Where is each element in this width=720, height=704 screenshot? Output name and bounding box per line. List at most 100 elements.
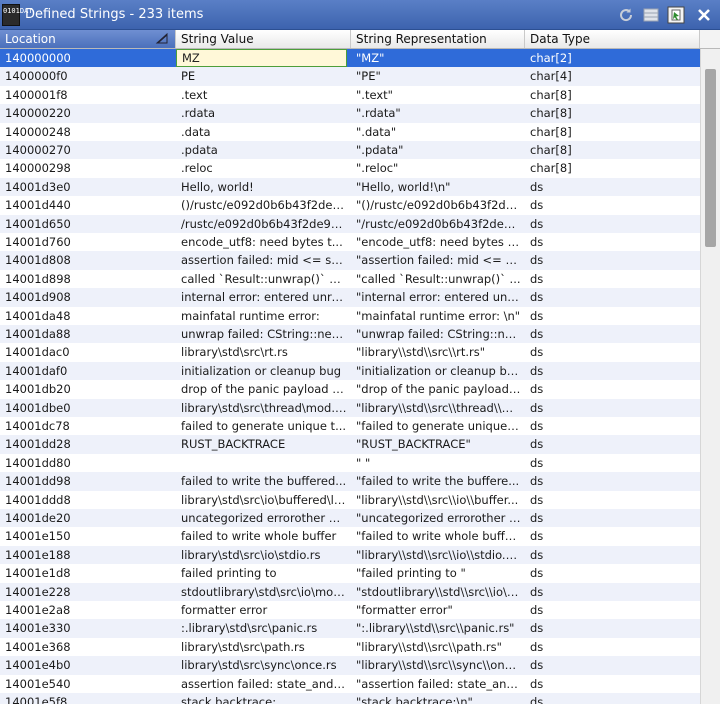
cell-string-value[interactable]: unwrap failed: CString::new...: [176, 325, 347, 343]
cell-string-representation[interactable]: "()/rustc/e092d0b6b43f2de9...: [351, 196, 521, 214]
table-row[interactable]: 14001db20 drop of the panic payload p... "…: [0, 380, 700, 398]
cell-string-representation[interactable]: "drop of the panic payload ...: [351, 380, 521, 398]
cell-data-type[interactable]: ds: [525, 472, 700, 490]
table-row[interactable]: 14001ddd8 library\std\src\io\buffered\li.…: [0, 491, 700, 509]
cell-string-value[interactable]: library\std\src\path.rs: [176, 638, 347, 656]
cell-string-representation[interactable]: "formatter error": [351, 601, 521, 619]
cell-location[interactable]: 14001dac0: [0, 343, 172, 361]
cell-string-value[interactable]: RUST_BACKTRACE: [176, 435, 347, 453]
cell-data-type[interactable]: ds: [525, 675, 700, 693]
table-row[interactable]: 140000270 .pdata ".pdata" char[8]: [0, 141, 700, 160]
cell-string-representation[interactable]: "MZ": [351, 49, 521, 67]
cell-string-representation[interactable]: "failed printing to ": [351, 564, 521, 582]
cell-location[interactable]: 140000220: [0, 104, 172, 122]
cell-location[interactable]: 140000248: [0, 123, 172, 141]
table-row[interactable]: 1400001f8 .text ".text" char[8]: [0, 86, 700, 104]
cell-string-value[interactable]: library\std\src\thread\mod.r...: [176, 399, 347, 417]
cell-string-value[interactable]: uncategorized errorother er...: [176, 509, 347, 527]
cell-data-type[interactable]: char[4]: [525, 67, 700, 85]
cell-location[interactable]: 14001e2a8: [0, 601, 172, 619]
cell-data-type[interactable]: ds: [525, 619, 700, 637]
cell-location[interactable]: 14001d808: [0, 251, 172, 269]
cell-string-representation[interactable]: "library\\std\\src\\path.rs": [351, 638, 521, 656]
cell-data-type[interactable]: ds: [525, 583, 700, 601]
table-row[interactable]: 140000000 MZ "MZ" char[2]: [0, 49, 700, 68]
cell-string-representation[interactable]: "/rustc/e092d0b6b43f2de96...: [351, 215, 521, 233]
refresh-button[interactable]: [616, 5, 636, 25]
table-row[interactable]: 14001d908 internal error: entered unre...…: [0, 288, 700, 307]
table-row[interactable]: 14001d3e0 Hello, world! "Hello, world!\n" d…: [0, 177, 700, 197]
cell-location[interactable]: 14001dd80: [0, 454, 172, 472]
cell-string-representation[interactable]: "assertion failed: mid <= s...: [351, 251, 521, 269]
cell-string-value[interactable]: failed to write whole buffer: [176, 527, 347, 545]
cell-data-type[interactable]: ds: [525, 325, 700, 343]
cell-string-representation[interactable]: "RUST_BACKTRACE": [351, 435, 521, 453]
cell-data-type[interactable]: ds: [525, 546, 700, 564]
cell-string-value[interactable]: library\std\src\rt.rs: [176, 343, 347, 361]
table-row[interactable]: 14001e330:.library\std\src\panic.rs ":.li…: [0, 619, 700, 638]
column-header-location[interactable]: Location: [0, 30, 176, 48]
cell-location[interactable]: 14001daf0: [0, 362, 172, 380]
cell-data-type[interactable]: ds: [525, 307, 700, 325]
cell-string-representation[interactable]: ".rdata": [351, 104, 521, 122]
cell-string-value[interactable]: .reloc: [176, 159, 347, 177]
cell-data-type[interactable]: ds: [525, 270, 700, 288]
cell-string-representation[interactable]: ".reloc": [351, 159, 521, 177]
cell-string-value[interactable]: library\std\src\io\stdio.rs: [176, 546, 347, 564]
cell-string-value[interactable]: .rdata: [176, 104, 347, 122]
cell-location[interactable]: 14001e330: [0, 619, 172, 637]
cell-location[interactable]: 14001e5f8: [0, 693, 172, 704]
cell-string-value[interactable]: stdoutlibrary\std\src\io\mod.rs: [176, 583, 347, 601]
table-row[interactable]: 14001e150 failed to write whole buffer "fa…: [0, 527, 700, 545]
cell-data-type[interactable]: ds: [525, 399, 700, 417]
table-row[interactable]: 14001e228 stdoutlibrary\std\src\io\mod.rs…: [0, 582, 700, 601]
cell-location[interactable]: 14001d908: [0, 288, 172, 306]
cell-data-type[interactable]: ds: [525, 417, 700, 435]
cell-data-type[interactable]: ds: [525, 491, 700, 509]
cell-string-value[interactable]: called `Result::unwrap()` o...: [176, 270, 347, 288]
cell-string-representation[interactable]: ".data": [351, 123, 521, 141]
cell-string-representation[interactable]: "failed to generate unique t...: [351, 417, 521, 435]
cell-data-type[interactable]: ds: [525, 288, 700, 306]
cell-location[interactable]: 14001dd28: [0, 435, 172, 453]
cell-location[interactable]: 14001de20: [0, 509, 172, 527]
cell-string-representation[interactable]: ":.library\\std\\src\\panic.rs": [351, 619, 521, 637]
column-header-data-type[interactable]: Data Type: [525, 30, 700, 48]
cell-string-representation[interactable]: "library\\std\\src\\sync\\onc...: [351, 656, 521, 674]
cell-location[interactable]: 14001e188: [0, 546, 172, 564]
table-row[interactable]: 14001d650/rustc/e092d0b6b43f2de967... "/r…: [0, 214, 700, 233]
cell-string-representation[interactable]: "failed to write whole buffer": [351, 527, 521, 545]
cell-location[interactable]: 140000270: [0, 141, 172, 159]
cell-data-type[interactable]: ds: [525, 527, 700, 545]
cell-string-value[interactable]: :.library\std\src\panic.rs: [176, 619, 347, 637]
table-row[interactable]: 14001daf0 initialization or cleanup bug "i…: [0, 361, 700, 381]
cell-string-value[interactable]: failed printing to: [176, 564, 347, 582]
cell-location[interactable]: 14001dc78: [0, 417, 172, 435]
cell-location[interactable]: 14001e368: [0, 638, 172, 656]
table-row[interactable]: 14001d760 encode_utf8: need bytes t... "en…: [0, 233, 700, 251]
cell-string-value[interactable]: failed to generate unique t...: [176, 417, 347, 435]
table-row[interactable]: 14001dd98 failed to write the buffered...…: [0, 472, 700, 491]
cell-string-representation[interactable]: ".text": [351, 86, 521, 104]
cell-string-representation[interactable]: "internal error: entered unr...: [351, 288, 521, 306]
cell-string-value[interactable]: mainfatal runtime error:: [176, 307, 347, 325]
table-row[interactable]: 140000220 .rdata ".rdata" char[8]: [0, 104, 700, 123]
cell-location[interactable]: 14001ddd8: [0, 491, 172, 509]
cell-string-value[interactable]: .pdata: [176, 141, 347, 159]
cell-string-representation[interactable]: "library\\std\\src\\rt.rs": [351, 343, 521, 361]
cell-string-value[interactable]: initialization or cleanup bug: [176, 362, 347, 380]
table-row[interactable]: 14001e1d8 failed printing to "failed print…: [0, 564, 700, 582]
cell-location[interactable]: 14001dd98: [0, 472, 172, 490]
cell-string-representation[interactable]: "stack backtrace:\n": [351, 693, 521, 704]
cell-data-type[interactable]: ds: [525, 564, 700, 582]
cell-location[interactable]: 14001d3e0: [0, 178, 172, 196]
cell-location[interactable]: 14001da48: [0, 307, 172, 325]
table-row[interactable]: 14001e368 library\std\src\path.rs "library…: [0, 638, 700, 656]
cell-data-type[interactable]: ds: [525, 251, 700, 269]
vertical-scrollbar[interactable]: [700, 49, 720, 704]
cell-string-representation[interactable]: "library\\std\\src\\thread\\m...: [351, 399, 521, 417]
cell-data-type[interactable]: ds: [525, 178, 700, 196]
cell-location[interactable]: 14001d650: [0, 215, 172, 233]
table-row[interactable]: 14001dd28 RUST_BACKTRACE "RUST_BACKTRACE" d…: [0, 435, 700, 454]
table-row[interactable]: 14001da48 mainfatal runtime error: "mainfa…: [0, 307, 700, 325]
